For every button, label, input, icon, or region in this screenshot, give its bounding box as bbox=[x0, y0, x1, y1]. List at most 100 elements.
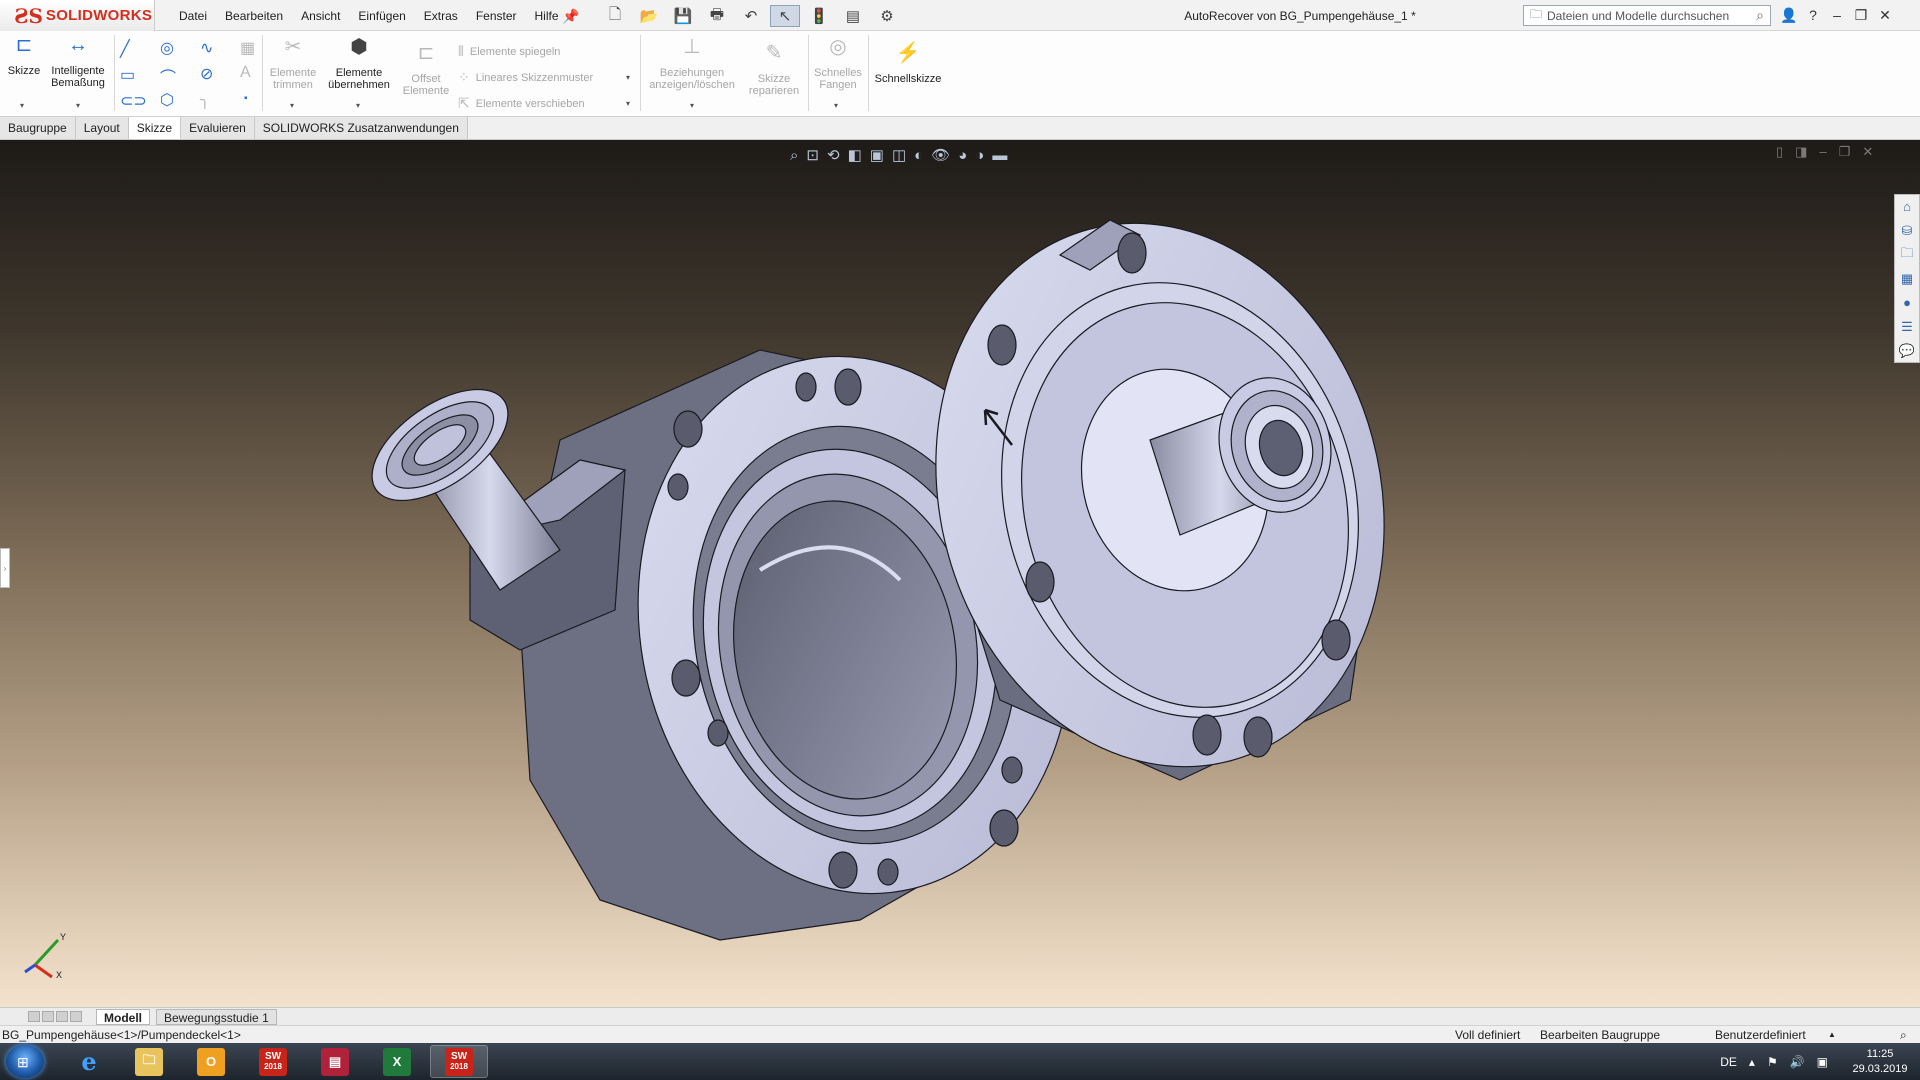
undo-icon[interactable]: ↶ bbox=[736, 5, 766, 27]
convert-dropdown-icon[interactable]: ▾ bbox=[356, 101, 360, 110]
units-dropdown-icon[interactable]: ▲ bbox=[1828, 1030, 1836, 1039]
first-tab-icon[interactable] bbox=[28, 1011, 40, 1022]
snaps-dropdown-icon[interactable]: ▾ bbox=[834, 101, 838, 110]
move-dropdown-icon[interactable]: ▾ bbox=[626, 99, 630, 108]
new-document-icon[interactable]: 🗋 bbox=[600, 5, 630, 27]
tab-evaluieren[interactable]: Evaluieren bbox=[181, 117, 255, 139]
arc-icon[interactable]: ⌒ bbox=[160, 64, 176, 88]
clock[interactable]: 11:25 29.03.2019 bbox=[1840, 1047, 1920, 1077]
feature-manager-toggle[interactable]: › bbox=[0, 548, 10, 588]
custom-properties-icon[interactable]: ☰ bbox=[1895, 315, 1919, 338]
hide-show-icon[interactable]: 👁 bbox=[931, 146, 950, 164]
taskbar-solidworks-2[interactable]: SW 2018 bbox=[430, 1045, 488, 1078]
rapid-sketch-button[interactable]: ⚡ Schnellskizze bbox=[872, 43, 944, 85]
volume-icon[interactable]: 🔊 bbox=[1790, 1055, 1805, 1069]
menu-datei[interactable]: Datei bbox=[170, 9, 216, 23]
fillet-icon[interactable]: ╮ bbox=[200, 90, 210, 110]
rectangle-icon[interactable]: ▭ bbox=[120, 65, 135, 85]
appearances-icon[interactable]: ● bbox=[1895, 291, 1919, 314]
restore-icon[interactable]: ❐ bbox=[1850, 4, 1872, 26]
select-cursor-icon[interactable]: ↖ bbox=[770, 5, 800, 27]
search-icon[interactable]: ⌕ bbox=[1756, 7, 1764, 24]
rebuild-icon[interactable]: 🚦 bbox=[804, 5, 834, 27]
dimension-dropdown-icon[interactable]: ▾ bbox=[76, 101, 80, 110]
relations-button[interactable]: ⊥ Beziehungen anzeigen/löschen bbox=[644, 37, 740, 91]
tab-baugruppe[interactable]: Baugruppe bbox=[0, 117, 76, 139]
options-gear-icon[interactable]: ⚙ bbox=[872, 5, 902, 27]
taskbar-excel[interactable]: X bbox=[368, 1045, 426, 1078]
spline-icon[interactable]: ∿ bbox=[200, 38, 213, 58]
apply-scene-icon[interactable]: ◑ bbox=[975, 147, 984, 164]
zoom-to-fit-icon[interactable]: ⌕ bbox=[790, 147, 798, 164]
start-button[interactable]: ⊞ bbox=[6, 1045, 44, 1078]
smart-dimension-button[interactable]: ↔ Intelligente Bemaßung bbox=[46, 35, 110, 89]
taskbar-internet-explorer[interactable]: e bbox=[60, 1045, 118, 1078]
status-units[interactable]: Benutzerdefiniert bbox=[1715, 1028, 1806, 1042]
text-icon[interactable]: A bbox=[240, 64, 251, 82]
last-tab-icon[interactable] bbox=[70, 1011, 82, 1022]
forum-icon[interactable]: 💬 bbox=[1895, 339, 1919, 362]
slot-icon[interactable]: ⊂⊃ bbox=[120, 91, 147, 111]
circle-icon[interactable]: ◎ bbox=[160, 38, 174, 58]
action-center-flag-icon[interactable]: ⚑ bbox=[1767, 1055, 1778, 1069]
taskbar-outlook[interactable]: O bbox=[182, 1045, 240, 1078]
taskbar-pdf[interactable]: ▤ bbox=[306, 1045, 364, 1078]
menu-fenster[interactable]: Fenster bbox=[467, 9, 526, 23]
point-icon[interactable]: ▪ bbox=[244, 93, 248, 104]
dynamic-annotation-icon[interactable]: ▣ bbox=[870, 146, 884, 164]
trim-dropdown-icon[interactable]: ▾ bbox=[290, 101, 294, 110]
section-view-icon[interactable]: ◧ bbox=[848, 146, 862, 164]
search-box[interactable]: 🗀 Dateien und Modelle durchsuchen ⌕ bbox=[1523, 5, 1771, 26]
solidworks-logo[interactable]: ƧS SOLIDWORKS bbox=[0, 0, 155, 31]
menu-ansicht[interactable]: Ansicht bbox=[292, 9, 349, 23]
convert-entities-button[interactable]: ⬢ Elemente übernehmen bbox=[324, 37, 394, 91]
zoom-area-icon[interactable]: ⊡ bbox=[806, 146, 819, 164]
tab-bewegungsstudie[interactable]: Bewegungsstudie 1 bbox=[156, 1009, 277, 1025]
menu-einfuegen[interactable]: Einfügen bbox=[349, 9, 414, 23]
pattern-dropdown-icon[interactable]: ▾ bbox=[626, 73, 630, 82]
edit-appearance-icon[interactable]: ◕ bbox=[958, 147, 967, 164]
polygon-hex-icon[interactable]: ⬡ bbox=[160, 90, 174, 110]
tab-layout[interactable]: Layout bbox=[75, 117, 129, 139]
viewport-minimize-icon[interactable]: – bbox=[1819, 144, 1826, 160]
view-palette-icon[interactable]: ▦ bbox=[1895, 267, 1919, 290]
taskbar-solidworks-1[interactable]: SW 2018 bbox=[244, 1045, 302, 1078]
menu-extras[interactable]: Extras bbox=[415, 9, 467, 23]
trim-entities-button[interactable]: ✂ Elemente trimmen bbox=[266, 37, 320, 91]
network-icon[interactable]: ▣ bbox=[1817, 1055, 1828, 1069]
status-info-icon[interactable]: ⌕ bbox=[1900, 1028, 1907, 1043]
tile-icon[interactable]: ▯ bbox=[1776, 144, 1783, 160]
display-style-icon[interactable]: ◐ bbox=[914, 147, 923, 164]
file-explorer-icon[interactable]: 🗀 bbox=[1895, 243, 1919, 266]
tab-skizze[interactable]: Skizze bbox=[128, 117, 182, 139]
tab-zusatzanwendungen[interactable]: SOLIDWORKS Zusatzanwendungen bbox=[254, 117, 468, 139]
repair-sketch-button[interactable]: ✎ Skizze reparieren bbox=[744, 43, 804, 97]
polygon-icon[interactable]: ⊘ bbox=[200, 64, 213, 84]
prev-tab-icon[interactable] bbox=[42, 1011, 54, 1022]
user-icon[interactable]: 👤 bbox=[1778, 4, 1800, 26]
split-icon[interactable]: ◨ bbox=[1795, 144, 1807, 160]
relations-dropdown-icon[interactable]: ▾ bbox=[690, 101, 694, 110]
minimize-icon[interactable]: – bbox=[1826, 4, 1848, 26]
graphics-area[interactable]: ⌕ ⊡ ⟲ ◧ ▣ ◫ ◐ 👁 ◕ ◑ ▬ ▯ ◨ – ❐ ✕ ⌂ ⛁ 🗀 ▦ … bbox=[0, 140, 1920, 1007]
print-icon[interactable]: 🖶 bbox=[702, 5, 732, 27]
linear-pattern-button[interactable]: ⁘ Lineares Skizzenmuster bbox=[458, 69, 593, 86]
help-icon[interactable]: ? bbox=[1802, 4, 1824, 26]
viewport-close-icon[interactable]: ✕ bbox=[1862, 144, 1873, 160]
previous-view-icon[interactable]: ⟲ bbox=[827, 146, 840, 164]
quick-snaps-button[interactable]: ◎ Schnelles Fangen bbox=[812, 37, 864, 91]
save-icon[interactable]: 💾 bbox=[668, 5, 698, 27]
tab-modell[interactable]: Modell bbox=[96, 1009, 150, 1025]
design-library-icon[interactable]: ⛁ bbox=[1895, 219, 1919, 242]
open-icon[interactable]: 📂 bbox=[634, 5, 664, 27]
skizze-button[interactable]: ⊏ Skizze bbox=[6, 35, 42, 77]
file-properties-icon[interactable]: ▤ bbox=[838, 5, 868, 27]
home-icon[interactable]: ⌂ bbox=[1895, 195, 1919, 218]
close-icon[interactable]: ✕ bbox=[1874, 4, 1896, 26]
view-orientation-icon[interactable]: ◫ bbox=[892, 146, 906, 164]
line-icon[interactable]: ╱ bbox=[120, 39, 130, 59]
view-settings-icon[interactable]: ▬ bbox=[992, 147, 1007, 164]
language-indicator[interactable]: DE bbox=[1720, 1055, 1737, 1069]
viewport-restore-icon[interactable]: ❐ bbox=[1839, 144, 1851, 160]
move-entities-button[interactable]: ⇱ Elemente verschieben bbox=[458, 95, 585, 112]
